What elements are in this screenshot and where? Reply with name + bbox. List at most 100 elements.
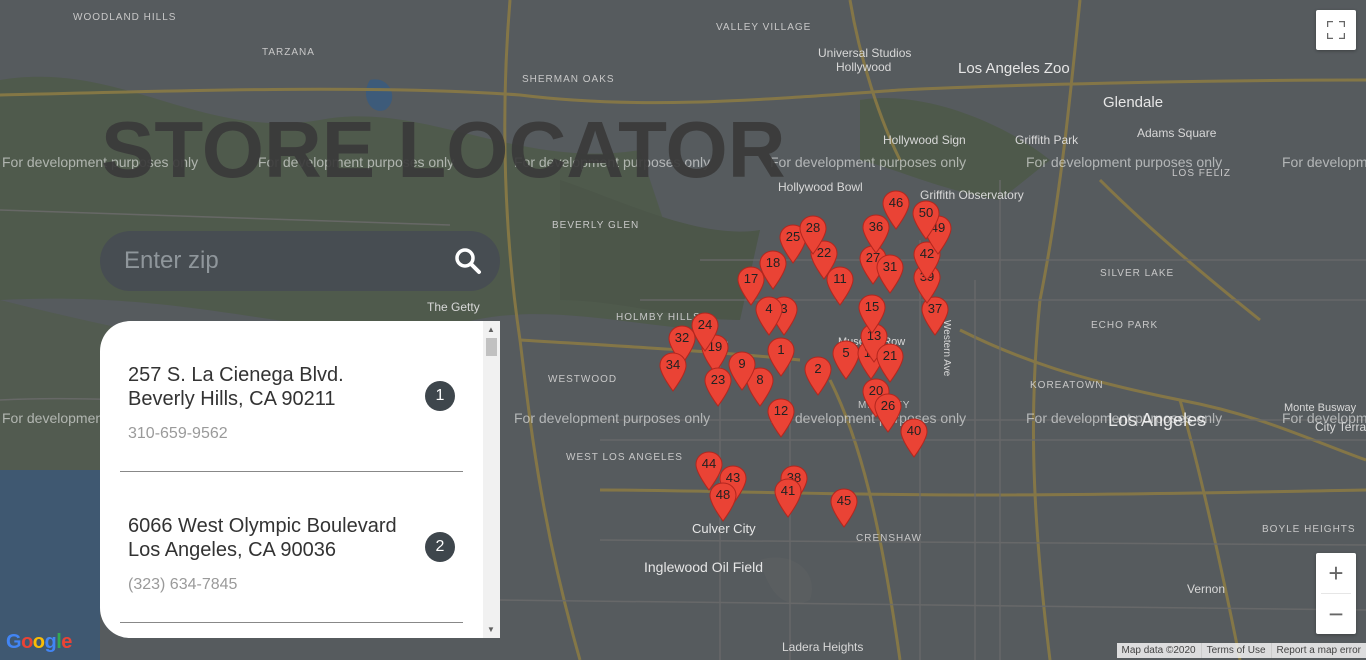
store-item[interactable]: 6066 West Olympic Boulevard Los Angeles,…	[120, 472, 463, 623]
marker-label: 34	[665, 357, 681, 372]
label-glendale: Glendale	[1103, 94, 1164, 111]
marker-label: 23	[710, 372, 726, 387]
zoom-control: + −	[1316, 553, 1356, 634]
marker-label: 15	[864, 299, 880, 314]
dev-watermark: For development purposes only	[1282, 410, 1366, 426]
dev-watermark: For development purposes only	[770, 154, 967, 170]
dev-watermark: For development purposes only	[1026, 154, 1223, 170]
zoom-in-button[interactable]: +	[1316, 553, 1356, 593]
marker-label: 1	[777, 342, 785, 357]
label-westwood: WESTWOOD	[548, 374, 618, 385]
map-marker[interactable]: 9	[728, 351, 756, 391]
map-marker[interactable]: 40	[900, 418, 928, 458]
store-list[interactable]: 257 S. La Cienega Blvd. Beverly Hills, C…	[100, 321, 483, 638]
fullscreen-button[interactable]	[1316, 10, 1356, 50]
label-hollywood-sign: Hollywood Sign	[883, 133, 966, 147]
marker-label: 31	[882, 259, 898, 274]
label-adams-square: Adams Square	[1137, 126, 1217, 140]
search-icon	[455, 248, 481, 274]
store-list-panel: 257 S. La Cienega Blvd. Beverly Hills, C…	[100, 321, 500, 638]
marker-label: 50	[918, 205, 934, 220]
label-beverly-glen: BEVERLY GLEN	[552, 220, 640, 231]
report-error-link[interactable]: Report a map error	[1270, 643, 1366, 658]
store-list-scrollbar[interactable]: ▲ ▼	[483, 321, 500, 638]
store-address-line1: 257 S. La Cienega Blvd.	[128, 364, 344, 386]
store-address-line2: Los Angeles, CA 90036	[128, 539, 336, 561]
marker-label: 44	[701, 456, 717, 471]
marker-label: 28	[805, 220, 821, 235]
dev-watermark: For development purposes only	[1026, 410, 1223, 426]
map-marker[interactable]: 23	[704, 367, 732, 407]
marker-label: 9	[738, 356, 746, 371]
map-marker[interactable]: 46	[882, 190, 910, 230]
fullscreen-icon	[1327, 21, 1345, 39]
marker-label: 48	[715, 487, 731, 502]
marker-label: 12	[773, 403, 789, 418]
store-address: 6066 West Olympic Boulevard Los Angeles,…	[128, 514, 397, 562]
label-west-los-angeles: WEST LOS ANGELES	[566, 452, 683, 463]
map-marker[interactable]: 26	[874, 393, 902, 433]
marker-label: 21	[882, 348, 898, 363]
label-hollywood-bowl: Hollywood Bowl	[778, 180, 863, 194]
label-sherman-oaks: SHERMAN OAKS	[522, 74, 615, 85]
store-number-badge: 1	[425, 381, 455, 411]
marker-label: 40	[906, 423, 922, 438]
map-marker[interactable]: 15	[858, 294, 886, 334]
label-woodland-hills: WOODLAND HILLS	[73, 12, 177, 23]
map-marker[interactable]: 12	[767, 398, 795, 438]
marker-label: 26	[880, 398, 896, 413]
dev-watermark: For development purposes only	[1282, 154, 1366, 170]
marker-label: 32	[674, 330, 690, 345]
label-echo-park: ECHO PARK	[1091, 320, 1159, 331]
map-marker[interactable]: 41	[774, 478, 802, 518]
label-the-getty: The Getty	[427, 300, 480, 314]
map-marker[interactable]: 45	[830, 488, 858, 528]
marker-label: 5	[842, 345, 850, 360]
store-phone: 310-659-9562	[128, 425, 228, 442]
scroll-down-arrow-icon[interactable]: ▼	[487, 625, 495, 634]
zip-input[interactable]	[122, 246, 446, 276]
label-culver-city: Culver City	[692, 521, 756, 536]
label-boyle-heights: BOYLE HEIGHTS	[1262, 524, 1356, 535]
label-tarzana: TARZANA	[262, 47, 315, 58]
marker-label: 45	[836, 493, 852, 508]
store-item[interactable]: 257 S. La Cienega Blvd. Beverly Hills, C…	[120, 321, 463, 472]
scroll-up-arrow-icon[interactable]: ▲	[487, 325, 495, 334]
label-inglewood-oil-field: Inglewood Oil Field	[644, 559, 764, 575]
store-number-badge: 2	[425, 532, 455, 562]
label-universal-studios: Universal Studios	[818, 46, 912, 60]
search-button[interactable]	[454, 247, 482, 280]
label-hollywood-top: Hollywood	[836, 60, 892, 74]
label-valley-village: VALLEY VILLAGE	[716, 22, 812, 33]
map-marker[interactable]: 5	[832, 340, 860, 380]
map-marker[interactable]: 34	[659, 352, 687, 392]
label-griffith-park: Griffith Park	[1015, 133, 1079, 147]
label-silver-lake: SILVER LAKE	[1100, 268, 1175, 279]
map-marker[interactable]: 50	[912, 200, 940, 240]
map-attribution: Map data ©2020 Terms of Use Report a map…	[1116, 643, 1366, 658]
marker-label: 41	[780, 483, 796, 498]
label-holmby-hills: HOLMBY HILLS	[616, 312, 701, 323]
label-vernon: Vernon	[1187, 582, 1226, 596]
google-logo[interactable]: Google	[6, 631, 72, 654]
label-la-zoo: Los Angeles Zoo	[958, 60, 1070, 77]
store-address: 257 S. La Cienega Blvd. Beverly Hills, C…	[128, 363, 344, 411]
terms-of-use-link[interactable]: Terms of Use	[1200, 643, 1271, 658]
map-data-text: Map data ©2020	[1121, 645, 1196, 656]
store-address-line1: 6066 West Olympic Boulevard	[128, 515, 397, 537]
map-marker[interactable]: 28	[799, 215, 827, 255]
store-phone: (323) 634-7845	[128, 576, 238, 593]
label-ladera-heights: Ladera Heights	[782, 640, 864, 654]
scroll-thumb[interactable]	[486, 338, 497, 356]
label-koreatown: KOREATOWN	[1030, 380, 1104, 391]
map-marker[interactable]: 48	[709, 482, 737, 522]
zip-search-bar	[100, 231, 500, 291]
page-title: STORE LOCATOR	[101, 105, 786, 194]
store-address-line2: Beverly Hills, CA 90211	[128, 388, 336, 410]
map-marker[interactable]: 21	[876, 343, 904, 383]
map-marker[interactable]: 31	[876, 254, 904, 294]
map-marker[interactable]: 2	[804, 356, 832, 396]
zoom-out-button[interactable]: −	[1316, 594, 1356, 634]
marker-label: 46	[888, 195, 904, 210]
marker-label: 2	[814, 361, 822, 376]
